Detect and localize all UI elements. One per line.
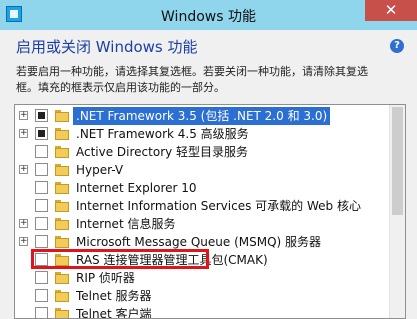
folder-icon bbox=[55, 110, 69, 122]
folder-icon bbox=[55, 236, 69, 248]
feature-row[interactable]: Telnet 客户端 bbox=[15, 305, 389, 318]
feature-checkbox[interactable] bbox=[35, 127, 48, 140]
feature-label[interactable]: Hyper-V bbox=[73, 161, 126, 179]
feature-row[interactable]: Internet Explorer 10 bbox=[15, 179, 389, 197]
feature-checkbox[interactable] bbox=[35, 145, 48, 158]
feature-label[interactable]: Internet Information Services 可承载的 Web 核… bbox=[73, 197, 364, 215]
feature-label[interactable]: Active Directory 轻型目录服务 bbox=[73, 143, 251, 161]
help-icon[interactable]: ? bbox=[390, 39, 404, 53]
folder-icon bbox=[55, 272, 69, 284]
scrollbar-thumb[interactable] bbox=[392, 107, 403, 215]
feature-row[interactable]: Internet Information Services 可承载的 Web 核… bbox=[15, 197, 389, 215]
feature-label[interactable]: Telnet 服务器 bbox=[73, 287, 155, 305]
feature-checkbox[interactable] bbox=[35, 109, 48, 122]
description: 若要启用一种功能，请选择其复选框。若要关闭一种功能，请清除其复选 框。填充的框表… bbox=[16, 64, 404, 96]
dialog-client: 启用或关闭 Windows 功能 ? 若要启用一种功能，请选择其复选框。若要关闭… bbox=[6, 30, 413, 319]
folder-icon bbox=[55, 200, 69, 212]
title-bar: Windows 功能 ✕ bbox=[0, 0, 417, 30]
feature-row[interactable]: Telnet 服务器 bbox=[15, 287, 389, 305]
feature-checkbox[interactable] bbox=[35, 163, 48, 176]
close-button[interactable]: ✕ bbox=[365, 0, 417, 21]
feature-label[interactable]: RIP 侦听器 bbox=[73, 269, 138, 287]
feature-label[interactable]: Internet Explorer 10 bbox=[73, 179, 200, 197]
feature-row[interactable]: + .NET Framework 3.5 (包括 .NET 2.0 和 3.0) bbox=[15, 107, 389, 125]
vertical-scrollbar[interactable] bbox=[389, 105, 405, 318]
expand-icon[interactable]: + bbox=[19, 129, 28, 138]
window-title: Windows 功能 bbox=[161, 9, 256, 25]
feature-row[interactable]: RIP 侦听器 bbox=[15, 269, 389, 287]
feature-checkbox[interactable] bbox=[35, 271, 48, 284]
feature-label[interactable]: Internet 信息服务 bbox=[73, 215, 178, 233]
folder-icon bbox=[55, 128, 69, 140]
feature-checkbox[interactable] bbox=[35, 307, 48, 318]
feature-row[interactable]: + .NET Framework 4.5 高级服务 bbox=[15, 125, 389, 143]
feature-label[interactable]: .NET Framework 4.5 高级服务 bbox=[73, 125, 252, 143]
feature-label[interactable]: .NET Framework 3.5 (包括 .NET 2.0 和 3.0) bbox=[73, 107, 331, 125]
description-line: 框。填充的框表示仅启用该功能的一部分。 bbox=[16, 81, 225, 94]
feature-checkbox[interactable] bbox=[35, 181, 48, 194]
folder-icon bbox=[55, 146, 69, 158]
feature-checkbox[interactable] bbox=[35, 199, 48, 212]
folder-icon bbox=[55, 290, 69, 302]
folder-icon bbox=[55, 182, 69, 194]
feature-label[interactable]: Telnet 客户端 bbox=[73, 305, 155, 318]
folder-icon bbox=[55, 308, 69, 318]
highlight-annotation-box bbox=[31, 249, 209, 269]
feature-checkbox[interactable] bbox=[35, 289, 48, 302]
feature-row[interactable]: + Internet 信息服务 bbox=[15, 215, 389, 233]
folder-icon bbox=[55, 218, 69, 230]
folder-icon bbox=[55, 164, 69, 176]
feature-checkbox[interactable] bbox=[35, 235, 48, 248]
expand-icon[interactable]: + bbox=[19, 237, 28, 246]
description-line: 若要启用一种功能，请选择其复选框。若要关闭一种功能，请清除其复选 bbox=[16, 65, 368, 78]
feature-row[interactable]: Active Directory 轻型目录服务 bbox=[15, 143, 389, 161]
expand-icon[interactable]: + bbox=[19, 219, 28, 228]
feature-tree[interactable]: + .NET Framework 3.5 (包括 .NET 2.0 和 3.0) +… bbox=[14, 104, 406, 319]
expand-icon[interactable]: + bbox=[19, 165, 28, 174]
feature-row[interactable]: + Hyper-V bbox=[15, 161, 389, 179]
feature-checkbox[interactable] bbox=[35, 217, 48, 230]
expand-icon[interactable]: + bbox=[19, 111, 28, 120]
page-title: 启用或关闭 Windows 功能 bbox=[16, 38, 198, 56]
